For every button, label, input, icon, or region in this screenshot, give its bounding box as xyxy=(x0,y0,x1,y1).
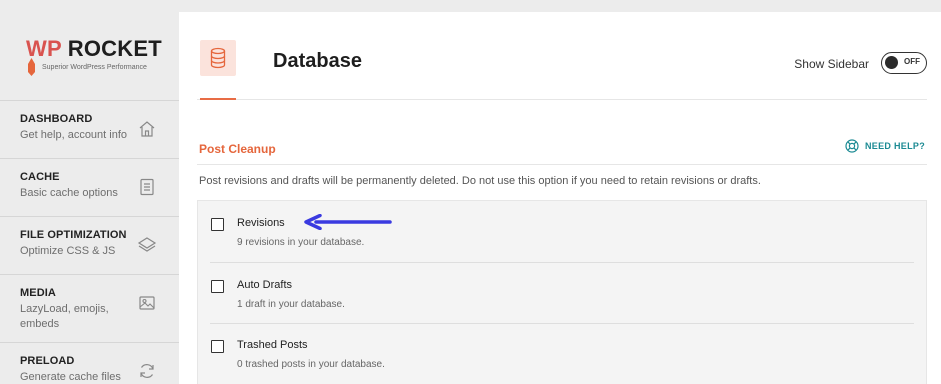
section-description: Post revisions and drafts will be perman… xyxy=(199,175,761,187)
page-header: Database Show Sidebar OFF xyxy=(197,12,927,100)
nav-item-cache[interactable]: CACHE Basic cache options xyxy=(0,158,179,216)
sidebar: WP ROCKET Superior WordPress Performance… xyxy=(0,12,179,384)
lifebuoy-icon xyxy=(845,139,859,153)
image-icon xyxy=(139,296,155,310)
show-sidebar-toggle[interactable]: OFF xyxy=(881,52,927,74)
section-divider xyxy=(197,164,927,165)
nav-item-dashboard[interactable]: DASHBOARD Get help, account info xyxy=(0,100,179,158)
rocket-icon xyxy=(28,58,35,76)
home-icon xyxy=(139,121,155,137)
layers-icon xyxy=(137,237,157,252)
logo-title: WP ROCKET xyxy=(26,36,162,61)
trashed-posts-checkbox[interactable] xyxy=(211,340,224,353)
option-description: 9 revisions in your database. xyxy=(237,237,365,248)
show-sidebar-label: Show Sidebar xyxy=(794,57,869,71)
option-label: Trashed Posts xyxy=(237,339,308,351)
revisions-checkbox[interactable] xyxy=(211,218,224,231)
option-revisions[interactable]: Revisions 9 revisions in your database. xyxy=(198,201,926,261)
need-help-link[interactable]: NEED HELP? xyxy=(845,139,925,153)
section-title: Post Cleanup xyxy=(199,142,276,156)
auto-drafts-checkbox[interactable] xyxy=(211,280,224,293)
nav-item-file-optimization[interactable]: FILE OPTIMIZATION Optimize CSS & JS xyxy=(0,216,179,274)
main-panel: Database Show Sidebar OFF Post Cleanup N… xyxy=(179,12,941,384)
option-description: 0 trashed posts in your database. xyxy=(237,359,385,370)
option-auto-drafts[interactable]: Auto Drafts 1 draft in your database. xyxy=(198,263,926,323)
annotation-arrow-icon xyxy=(304,214,392,230)
option-label: Revisions xyxy=(237,217,285,229)
option-label: Auto Drafts xyxy=(237,279,293,291)
options-list: Revisions 9 revisions in your database. … xyxy=(197,200,927,384)
option-trashed-posts[interactable]: Trashed Posts 0 trashed posts in your da… xyxy=(198,323,926,383)
active-tab-indicator xyxy=(200,98,236,100)
toggle-knob xyxy=(885,56,898,69)
nav-item-preload[interactable]: PRELOAD Generate cache files xyxy=(0,342,179,384)
toggle-state: OFF xyxy=(904,57,920,66)
database-icon xyxy=(210,47,226,69)
logo[interactable]: WP ROCKET Superior WordPress Performance xyxy=(0,12,179,100)
option-description: 1 draft in your database. xyxy=(237,299,345,310)
nav-item-media[interactable]: MEDIA LazyLoad, emojis, embeds xyxy=(0,274,179,342)
document-icon xyxy=(140,178,154,196)
refresh-icon xyxy=(140,364,154,378)
header-icon-box xyxy=(200,40,236,76)
page-title: Database xyxy=(273,50,362,72)
logo-tagline: Superior WordPress Performance xyxy=(42,64,147,71)
